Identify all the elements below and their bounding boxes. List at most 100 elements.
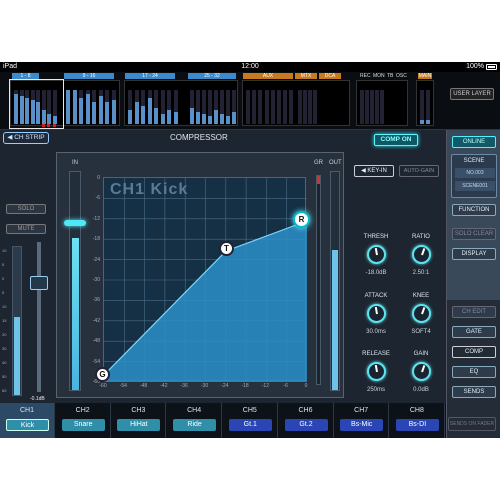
solo-clear-button[interactable]: SOLO CLEAR bbox=[452, 228, 496, 240]
comp-on-button[interactable]: COMP ON bbox=[374, 134, 418, 146]
group-label-mtx: MTX bbox=[295, 73, 317, 79]
channel-select-ch6[interactable]: CH6 Gt.2 bbox=[279, 403, 334, 438]
compression-curve-graph[interactable]: CH1 Kick bbox=[103, 177, 307, 382]
x-tick-label: -54 bbox=[119, 383, 127, 389]
comp-button[interactable]: COMP bbox=[452, 346, 496, 358]
knob-dial-icon[interactable] bbox=[367, 304, 386, 323]
knob-value: SOFT4 bbox=[411, 329, 431, 335]
threshold-point-handle[interactable]: T bbox=[219, 241, 234, 256]
channel-select-ch5[interactable]: CH5 Gt.1 bbox=[223, 403, 278, 438]
overview-meter bbox=[85, 90, 90, 124]
function-button[interactable]: FUNCTION bbox=[452, 204, 496, 216]
solo-button[interactable]: SOLO bbox=[6, 204, 46, 214]
sends-button[interactable]: SENDS bbox=[452, 386, 496, 398]
channel-name: Ride bbox=[173, 419, 217, 431]
channel-select-ch1[interactable]: CH1 Kick bbox=[0, 403, 55, 438]
channel-select-ch3[interactable]: CH3 HiHat bbox=[111, 403, 167, 438]
gain-reduction-meter bbox=[316, 175, 321, 385]
auto-gain-button[interactable]: AUTO-GAIN bbox=[399, 165, 439, 177]
fader-scale-tick: 5 bbox=[2, 262, 5, 267]
knob-dial-icon[interactable] bbox=[367, 362, 386, 381]
knob-ratio[interactable]: RATIO 2.50:1 bbox=[401, 234, 441, 286]
knob-gain[interactable]: GAIN 0.0dB bbox=[401, 351, 441, 403]
overview-meter bbox=[375, 90, 379, 124]
sends-on-fader-button[interactable]: SENDS ON FADER bbox=[448, 417, 496, 431]
tb-label: TB bbox=[387, 73, 394, 79]
channel-number: CH6 bbox=[298, 407, 313, 414]
overview-meter bbox=[173, 90, 178, 124]
meters-main[interactable] bbox=[416, 80, 434, 126]
channel-number: CH3 bbox=[131, 407, 146, 414]
fader-scale-tick: 50 bbox=[2, 374, 7, 379]
knob-knee[interactable]: KNEE SOFT4 bbox=[401, 293, 441, 345]
display-button[interactable]: DISPLAY bbox=[452, 248, 496, 260]
channel-name: HiHat bbox=[117, 419, 161, 431]
out-label: OUT bbox=[329, 160, 342, 166]
group-label-dca: DCA bbox=[319, 73, 341, 79]
knob-dial-icon[interactable] bbox=[412, 362, 431, 381]
eq-button[interactable]: EQ bbox=[452, 366, 496, 378]
header-row: ◀ CH STRIP COMPRESSOR COMP ON bbox=[0, 130, 445, 148]
channel-select-ch8[interactable]: CH8 Bs-DI bbox=[390, 403, 445, 438]
channel-number: CH1 bbox=[19, 407, 34, 414]
knob-label: KNEE bbox=[412, 293, 430, 299]
overview-meter bbox=[208, 90, 212, 124]
overview-meter bbox=[360, 90, 364, 124]
x-tick-label: -18 bbox=[241, 383, 249, 389]
knob-attack[interactable]: ATTACK 30.0ms bbox=[356, 293, 396, 345]
channel-number: CH5 bbox=[242, 407, 257, 414]
knob-value: 250ms bbox=[366, 387, 385, 393]
knob-label: RELEASE bbox=[362, 351, 390, 357]
ratio-point-label: R bbox=[298, 215, 305, 224]
y-tick-label: -18 bbox=[92, 236, 100, 243]
overview-meter bbox=[72, 90, 77, 124]
gate-button[interactable]: GATE bbox=[452, 326, 496, 338]
ratio-point-handle[interactable]: R bbox=[293, 211, 310, 228]
knob-release[interactable]: RELEASE 250ms bbox=[356, 351, 396, 403]
overview-meter bbox=[141, 90, 145, 124]
overview-meter bbox=[380, 90, 384, 124]
fader-scale-tick: 5 bbox=[2, 290, 5, 295]
channel-overview[interactable]: 1 - 8 9 - 16 17 - 24 25 - 32 AUX MTX DCA… bbox=[0, 72, 500, 130]
ch-strip-label: CH STRIP bbox=[14, 134, 45, 141]
osc-label: OSC bbox=[396, 73, 407, 79]
channel-name: Bs-Mic bbox=[340, 419, 384, 431]
mute-button[interactable]: MUTE bbox=[6, 224, 46, 234]
ch-edit-button[interactable]: CH EDIT bbox=[452, 306, 496, 318]
channel-fader-knob[interactable] bbox=[30, 276, 48, 290]
overview-meter bbox=[283, 90, 288, 124]
channel-select-ch4[interactable]: CH4 Ride bbox=[167, 403, 223, 438]
knob-dial-icon[interactable] bbox=[367, 245, 386, 264]
overview-meter bbox=[147, 90, 152, 124]
x-tick-label: -30 bbox=[200, 383, 209, 389]
channel-select-ch2[interactable]: CH2 Snare bbox=[56, 403, 111, 438]
y-tick-label: -30 bbox=[92, 277, 100, 283]
knob-dial-icon[interactable] bbox=[412, 245, 431, 264]
graph-title: CH1 Kick bbox=[110, 181, 189, 198]
overview-meter bbox=[426, 90, 430, 124]
overview-meter bbox=[226, 90, 230, 124]
overview-meter bbox=[370, 90, 374, 124]
key-in-button[interactable]: ◀ KEY-IN bbox=[354, 165, 394, 177]
scene-title: SCENE bbox=[463, 158, 485, 164]
group-label-17-24: 17 - 24 bbox=[125, 73, 175, 79]
x-tick-label: 0 bbox=[304, 383, 308, 389]
overview-meter bbox=[308, 90, 312, 124]
gain-point-label: G bbox=[99, 370, 106, 379]
overview-meter bbox=[196, 90, 200, 124]
overview-meter bbox=[258, 90, 263, 124]
scene-number: NO.003 bbox=[455, 168, 495, 178]
gain-point-handle[interactable]: G bbox=[95, 367, 110, 382]
left-strip: SOLO MUTE 10 5 0 5 10 15 20 30 40 50 60 -0.1dB bbox=[0, 150, 56, 402]
in-label: IN bbox=[72, 160, 78, 166]
user-layer-button[interactable]: USER LAYER bbox=[450, 88, 494, 100]
knob-dial-icon[interactable] bbox=[412, 304, 431, 323]
scene-box[interactable]: SCENE NO.003 SCENE001 bbox=[451, 154, 497, 198]
channel-fader-track[interactable] bbox=[37, 242, 41, 392]
channel-select-ch7[interactable]: CH7 Bs-Mic bbox=[334, 403, 390, 438]
knob-thresh[interactable]: THRESH -18.0dB bbox=[356, 234, 396, 286]
overview-meter bbox=[79, 90, 83, 124]
online-button[interactable]: ONLINE bbox=[452, 136, 496, 148]
ch-strip-button[interactable]: ◀ CH STRIP bbox=[3, 132, 49, 144]
knob-value: -18.0dB bbox=[365, 270, 387, 276]
